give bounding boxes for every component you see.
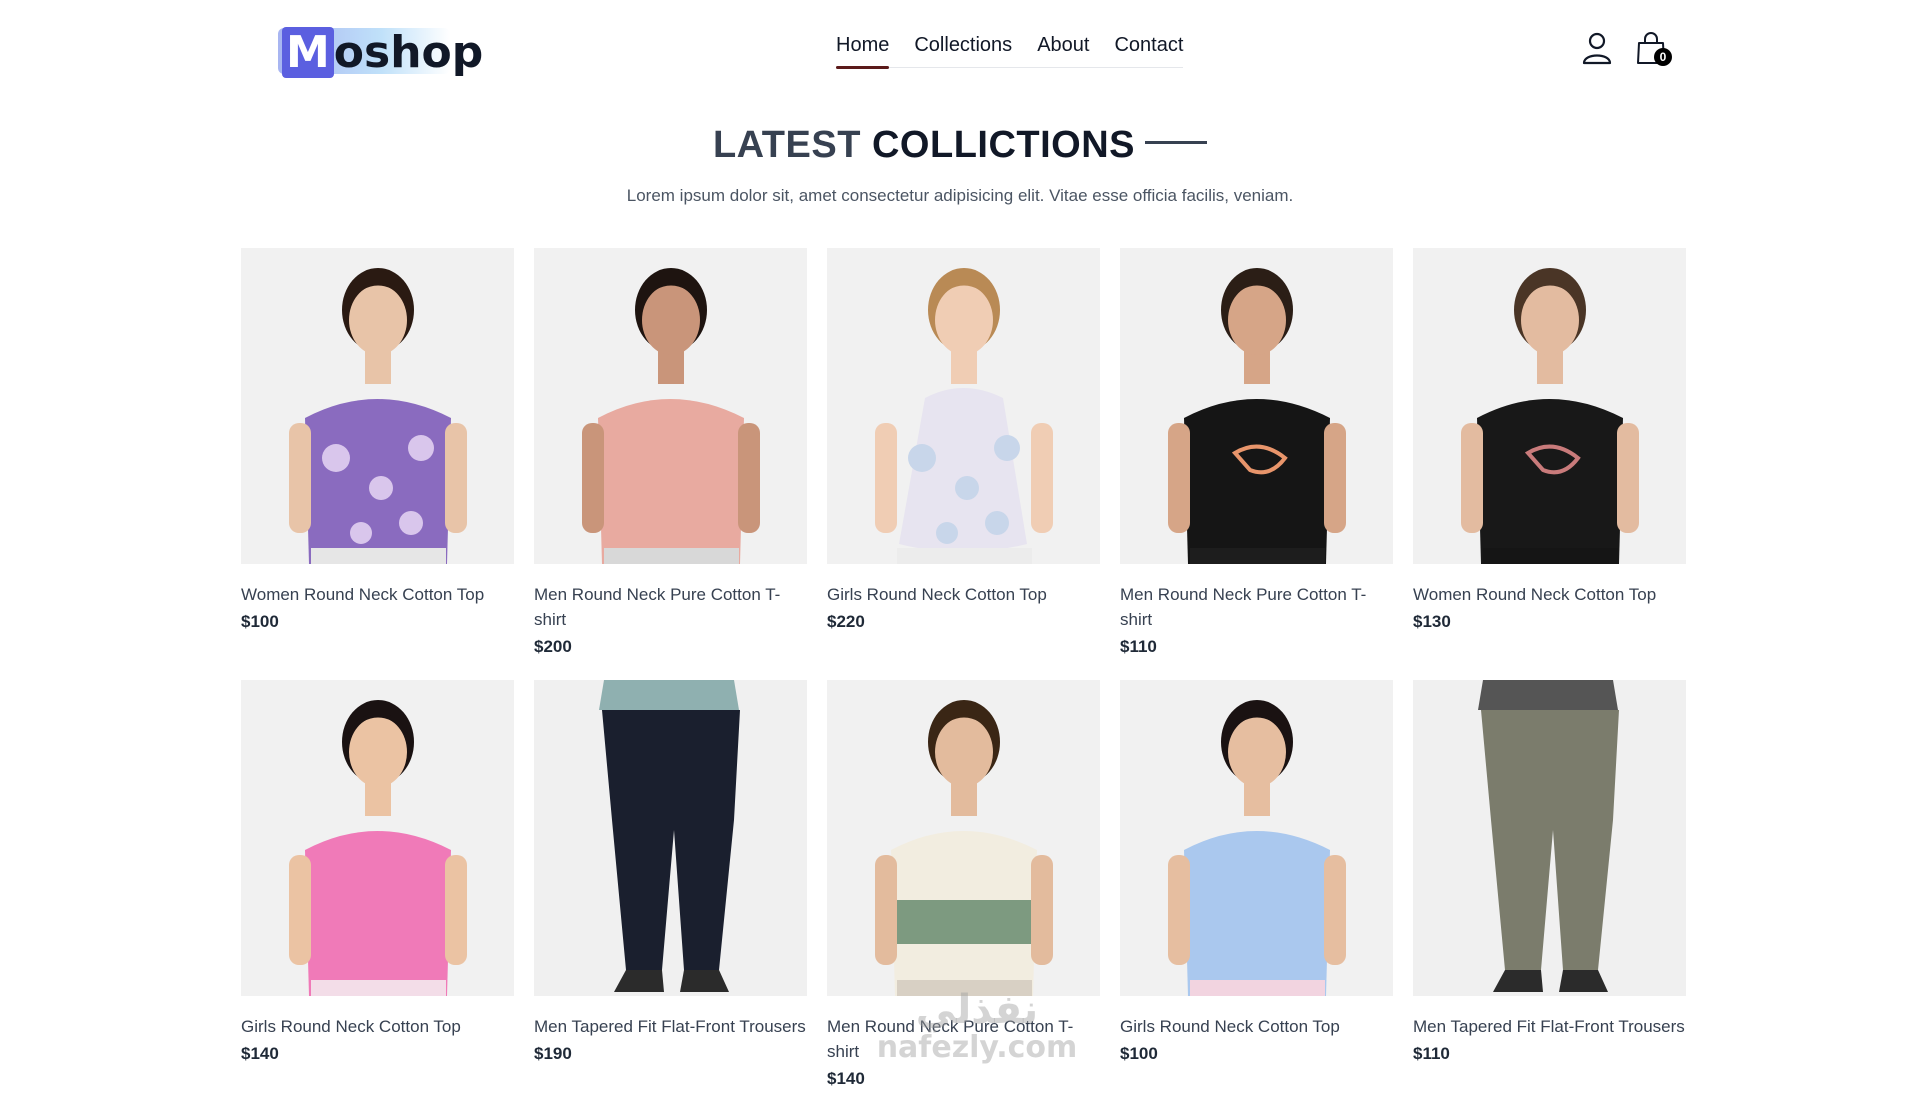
logo-m-mark: M	[282, 27, 334, 78]
nav-collections[interactable]: Collections	[914, 34, 1012, 66]
product-name[interactable]: Girls Round Neck Cotton Top	[827, 582, 1100, 607]
product-name[interactable]: Men Tapered Fit Flat-Front Trousers	[1413, 1014, 1686, 1039]
product-name[interactable]: Men Round Neck Pure Cotton T-shirt	[1120, 582, 1393, 632]
product-name[interactable]: Girls Round Neck Cotton Top	[1120, 1014, 1393, 1039]
nav-about[interactable]: About	[1037, 34, 1089, 66]
title-divider-line	[1145, 141, 1208, 145]
product-price: $110	[1413, 1044, 1450, 1063]
product-price: $100	[241, 612, 279, 631]
product-image[interactable]	[827, 248, 1100, 564]
logo-text: Moshop	[282, 27, 483, 78]
product-card[interactable]: Men Round Neck Pure Cotton T-shirt $200	[534, 248, 807, 680]
product-name[interactable]: Men Tapered Fit Flat-Front Trousers	[534, 1014, 807, 1039]
product-image[interactable]	[827, 680, 1100, 996]
main-navigation: Home Collections About Contact	[836, 34, 1184, 69]
product-card[interactable]: Women Round Neck Cotton Top $100	[241, 248, 514, 680]
section-subtitle: Lorem ipsum dolor sit, amet consectetur …	[626, 186, 1294, 205]
product-image[interactable]	[241, 680, 514, 996]
nav-home[interactable]: Home	[836, 34, 890, 69]
product-price: $110	[1120, 637, 1157, 656]
product-image[interactable]	[1413, 680, 1686, 996]
product-image[interactable]	[1120, 680, 1393, 996]
product-card[interactable]: Girls Round Neck Cotton Top $140	[241, 680, 514, 1112]
cart-count-badge: 0	[1654, 48, 1672, 66]
product-card[interactable]: Girls Round Neck Cotton Top $100	[1120, 680, 1393, 1112]
title-bold: COLLICTIONS	[871, 124, 1136, 166]
user-icon[interactable]	[1580, 30, 1614, 68]
product-image[interactable]	[1413, 248, 1686, 564]
product-name[interactable]: Women Round Neck Cotton Top	[241, 582, 514, 607]
site-watermark: نفذلي nafezly.com	[862, 990, 1092, 1065]
shopping-bag-icon[interactable]: 0	[1634, 30, 1672, 68]
product-price: $140	[827, 1069, 865, 1088]
product-price: $100	[1120, 1044, 1158, 1063]
product-card[interactable]: Men Tapered Fit Flat-Front Trousers $110	[1413, 680, 1686, 1112]
section-title: LATEST COLLICTIONS	[0, 124, 1920, 167]
product-price: $190	[534, 1044, 572, 1063]
product-card[interactable]: Women Round Neck Cotton Top $130	[1413, 248, 1686, 680]
product-price: $130	[1413, 612, 1451, 631]
product-image[interactable]	[534, 680, 807, 996]
logo-word: oshop	[333, 27, 484, 78]
site-header: Moshop Home Collections About Contact 0	[0, 0, 1920, 100]
product-name[interactable]: Girls Round Neck Cotton Top	[241, 1014, 514, 1039]
product-card[interactable]: Girls Round Neck Cotton Top $220	[827, 248, 1100, 680]
product-grid: Women Round Neck Cotton Top $100 Men Roun…	[241, 248, 1689, 1112]
product-image[interactable]	[241, 248, 514, 564]
product-price: $140	[241, 1044, 279, 1063]
watermark-arabic: نفذلي	[915, 987, 1039, 1033]
watermark-latin: nafezly.com	[876, 1030, 1078, 1065]
product-image[interactable]	[1120, 248, 1393, 564]
product-price: $200	[534, 637, 572, 656]
nav-contact[interactable]: Contact	[1114, 34, 1183, 66]
product-card[interactable]: Men Tapered Fit Flat-Front Trousers $190	[534, 680, 807, 1112]
product-price: $220	[827, 612, 865, 631]
moshop-logo[interactable]: Moshop	[274, 24, 483, 78]
product-name[interactable]: Women Round Neck Cotton Top	[1413, 582, 1686, 607]
product-card[interactable]: Men Round Neck Pure Cotton T-shirt $110	[1120, 248, 1393, 680]
product-name[interactable]: Men Round Neck Pure Cotton T-shirt	[534, 582, 807, 632]
product-image[interactable]	[534, 248, 807, 564]
title-light: LATEST	[712, 124, 872, 166]
